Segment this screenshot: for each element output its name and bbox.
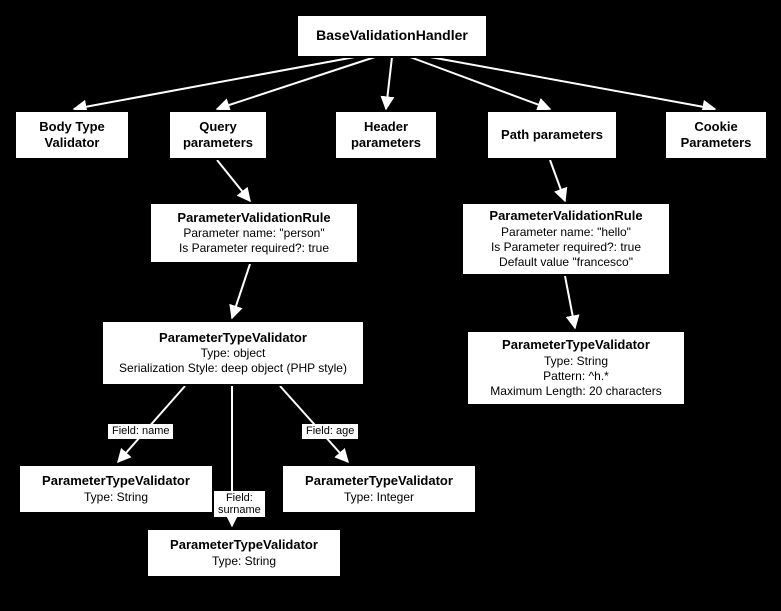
diagram-canvas: BaseValidationHandler Body Type Validato… — [0, 0, 781, 611]
node-detail: Type: String — [84, 490, 148, 505]
node-validator-name: ParameterTypeValidator Type: String — [18, 464, 214, 514]
node-path-parameters: Path parameters — [486, 110, 618, 160]
node-line: Body Type — [39, 119, 105, 135]
node-rule-person: ParameterValidationRule Parameter name: … — [149, 202, 359, 264]
edge-label-line: Field: — [226, 492, 253, 504]
node-detail: Pattern: ^h.* — [543, 369, 609, 384]
node-line: parameters — [183, 135, 253, 151]
node-detail: Type: String — [212, 554, 276, 569]
edge-label-name: Field: name — [108, 424, 173, 439]
node-detail: Type: String — [544, 354, 608, 369]
node-line: parameters — [351, 135, 421, 151]
node-cookie-parameters: Cookie Parameters — [664, 110, 768, 160]
node-validator-age: ParameterTypeValidator Type: Integer — [281, 464, 477, 514]
node-rule-hello: ParameterValidationRule Parameter name: … — [461, 202, 671, 276]
node-title: ParameterTypeValidator — [502, 337, 650, 353]
node-detail: Is Parameter required?: true — [491, 240, 641, 255]
node-body-type-validator: Body Type Validator — [14, 110, 130, 160]
node-header-parameters: Header parameters — [334, 110, 438, 160]
node-detail: Type: object — [201, 346, 266, 361]
node-base-validation-handler: BaseValidationHandler — [296, 14, 488, 58]
node-line: Parameters — [681, 135, 752, 151]
node-detail: Parameter name: "hello" — [501, 225, 631, 240]
node-title: ParameterValidationRule — [489, 208, 642, 224]
node-detail: Maximum Length: 20 characters — [490, 384, 661, 399]
node-title: ParameterTypeValidator — [159, 330, 307, 346]
node-title: ParameterTypeValidator — [42, 473, 190, 489]
node-line: Validator — [45, 135, 100, 151]
node-line: Query — [199, 119, 237, 135]
edge-label-age: Field: age — [302, 424, 358, 439]
node-validator-object: ParameterTypeValidator Type: object Seri… — [101, 320, 365, 386]
node-line: Path parameters — [501, 127, 603, 143]
node-detail: Type: Integer — [344, 490, 414, 505]
node-title: BaseValidationHandler — [316, 27, 468, 45]
node-title: ParameterTypeValidator — [305, 473, 453, 489]
node-query-parameters: Query parameters — [168, 110, 268, 160]
node-line: Header — [364, 119, 408, 135]
node-detail: Serialization Style: deep object (PHP st… — [119, 361, 347, 376]
node-line: Cookie — [694, 119, 737, 135]
node-title: ParameterTypeValidator — [170, 537, 318, 553]
node-title: ParameterValidationRule — [177, 210, 330, 226]
connector-layer — [0, 0, 781, 611]
node-detail: Default value "francesco" — [499, 255, 633, 270]
node-validator-hello-string: ParameterTypeValidator Type: String Patt… — [466, 330, 686, 406]
node-validator-surname: ParameterTypeValidator Type: String — [146, 528, 342, 578]
node-detail: Parameter name: "person" — [183, 226, 324, 241]
edge-label-line: surname — [218, 504, 261, 516]
edge-label-surname: Field: surname — [214, 491, 265, 517]
node-detail: Is Parameter required?: true — [179, 241, 329, 256]
